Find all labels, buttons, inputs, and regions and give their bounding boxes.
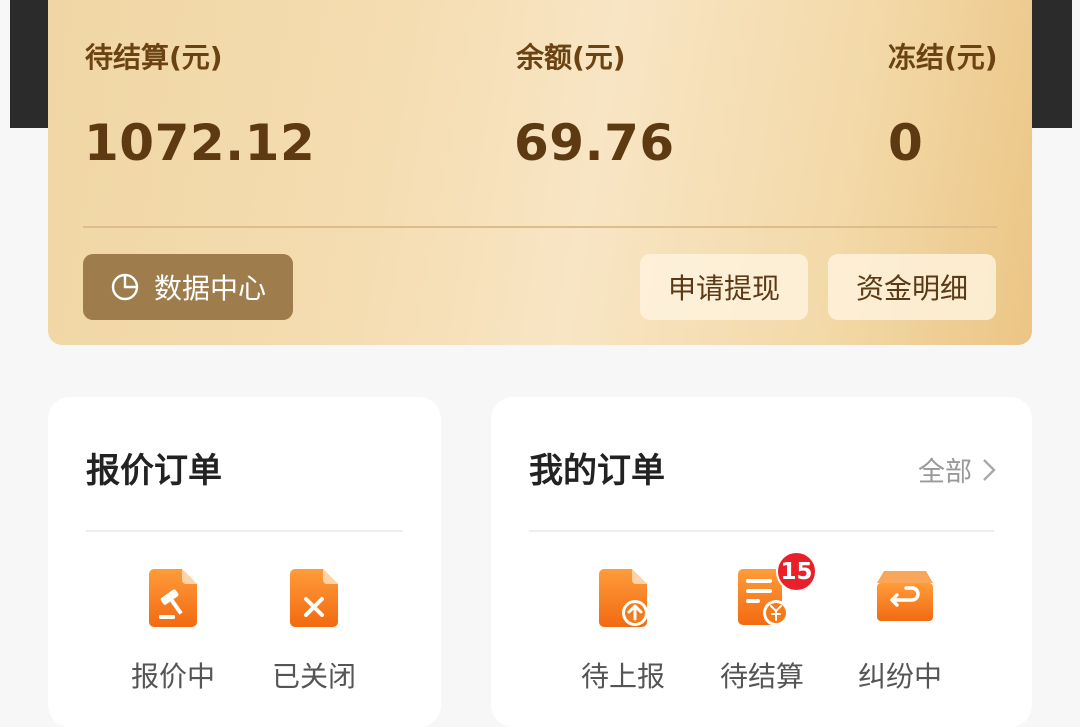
chevron-right-icon [983,458,996,481]
frozen-label: 冻结(元) [888,41,998,74]
my-orders-panel: 我的订单 全部 待上报 待结算 纠纷中 [491,397,1032,727]
pending-settlement-tab-label: 待结算 [719,660,804,693]
funds-detail-button[interactable]: 资金明细 [828,254,996,320]
data-center-label: 数据中心 [153,272,266,305]
wallet-summary-card: 待结算(元) 1072.12 余额(元) 69.76 冻结(元) 0 数据中心 … [48,0,1032,345]
all-orders-link[interactable]: 全部 [918,450,996,489]
return-box-icon [877,571,933,621]
frozen-value[interactable]: 0 [888,114,923,172]
pending-settlement-count-badge: 15 [776,551,817,592]
card-divider [83,226,997,228]
upload-document-icon [599,569,648,627]
closed-label: 已关闭 [271,660,356,693]
quote-orders-panel: 报价订单 报价中 已关闭 [48,397,441,727]
pie-chart-icon [111,273,139,301]
quote-orders-title: 报价订单 [86,451,222,491]
my-orders-title: 我的订单 [529,451,665,491]
all-orders-label: 全部 [918,457,972,488]
panel-divider [529,530,994,532]
auction-hammer-document-icon [149,569,197,627]
data-center-button[interactable]: 数据中心 [83,254,293,320]
pending-settlement-label: 待结算(元) [85,41,223,74]
closed-document-icon [290,569,338,627]
balance-label: 余额(元) [516,41,626,74]
withdraw-button[interactable]: 申请提现 [640,254,808,320]
panel-divider [86,530,403,532]
dispute-label: 纠纷中 [857,660,942,693]
balance-value[interactable]: 69.76 [514,114,675,172]
pending-settlement-value[interactable]: 1072.12 [84,114,315,172]
quoting-label: 报价中 [130,660,215,693]
pending-report-label: 待上报 [580,660,665,693]
